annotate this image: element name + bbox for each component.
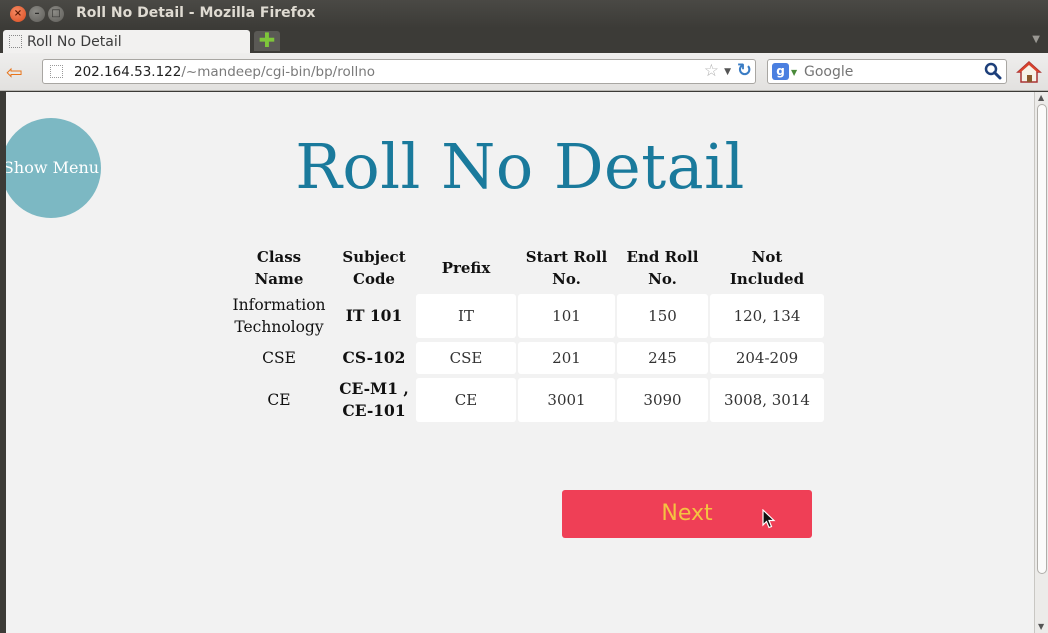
subject-code-cell: CS-102: [342, 348, 406, 367]
back-arrow-icon[interactable]: ⇦: [6, 62, 23, 82]
end-roll-field[interactable]: 245: [617, 342, 708, 374]
search-bar[interactable]: g ▼: [767, 59, 1007, 84]
search-engine-icon[interactable]: g: [772, 63, 789, 80]
search-icon[interactable]: [984, 62, 1002, 80]
url-bar[interactable]: 202.164.53.122/~mandeep/cgi-bin/bp/rolln…: [42, 59, 756, 84]
close-icon[interactable]: ×: [10, 6, 26, 22]
search-input[interactable]: [804, 64, 979, 80]
scroll-down-icon[interactable]: ▼: [1038, 622, 1044, 631]
site-identity-icon[interactable]: [50, 65, 63, 78]
page-title: Roll No Detail: [295, 130, 745, 203]
not-included-field[interactable]: 3008, 3014: [710, 378, 824, 422]
prefix-field[interactable]: IT: [416, 294, 516, 338]
header-prefix: Prefix: [441, 259, 491, 277]
bookmark-star-icon[interactable]: ☆: [704, 61, 719, 81]
start-roll-field[interactable]: 101: [518, 294, 615, 338]
tab-list-icon[interactable]: ▼: [1032, 34, 1040, 45]
navigation-bar: ⇦ 202.164.53.122/~mandeep/cgi-bin/bp/rol…: [0, 53, 1048, 91]
home-icon[interactable]: [1016, 60, 1042, 84]
window-title: Roll No Detail - Mozilla Firefox: [76, 5, 316, 21]
maximize-icon[interactable]: □: [48, 6, 64, 22]
tab-strip: Roll No Detail ✚ ▼: [0, 28, 1048, 53]
roll-no-table: Class Name Subject Code Prefix Start Rol…: [224, 242, 826, 426]
subject-code-cell: IT 101: [345, 306, 403, 325]
class-name-cell: CE: [267, 391, 291, 409]
not-included-field[interactable]: 204-209: [710, 342, 824, 374]
scroll-up-icon[interactable]: ▲: [1038, 93, 1044, 102]
table-row: Information Technology IT 101 IT 101 150…: [226, 294, 824, 338]
table-row: CSE CS-102 CSE 201 245 204-209: [226, 342, 824, 374]
table-header-row: Class Name Subject Code Prefix Start Rol…: [226, 246, 824, 290]
header-end-roll: End Roll No.: [626, 248, 699, 288]
prefix-field[interactable]: CSE: [416, 342, 516, 374]
reload-icon[interactable]: ↻: [737, 60, 752, 81]
minimize-icon[interactable]: –: [29, 6, 45, 22]
url-text[interactable]: 202.164.53.122/~mandeep/cgi-bin/bp/rolln…: [74, 64, 375, 80]
class-name-cell: CSE: [262, 349, 296, 367]
page-content: Show Menu Roll No Detail Class Name Subj…: [0, 92, 1034, 633]
start-roll-field[interactable]: 3001: [518, 378, 615, 422]
url-path: /~mandeep/cgi-bin/bp/rollno: [181, 64, 376, 80]
scrollbar-thumb[interactable]: [1037, 104, 1047, 574]
url-host: 202.164.53.122: [74, 64, 182, 80]
table-row: CE CE-M1 , CE-101 CE 3001 3090 3008, 301…: [226, 378, 824, 422]
history-dropdown-icon[interactable]: ▼: [724, 67, 731, 77]
end-roll-field[interactable]: 3090: [617, 378, 708, 422]
page-favicon-icon: [9, 35, 22, 48]
new-tab-button[interactable]: ✚: [254, 30, 280, 51]
vertical-scrollbar[interactable]: ▲ ▼: [1034, 92, 1048, 633]
prefix-field[interactable]: CE: [416, 378, 516, 422]
header-not-included: Not Included: [729, 248, 805, 288]
mouse-cursor-icon: [762, 509, 776, 529]
subject-code-cell: CE-M1 , CE-101: [339, 379, 409, 420]
end-roll-field[interactable]: 150: [617, 294, 708, 338]
tab-title: Roll No Detail: [27, 34, 122, 50]
tab-roll-no-detail[interactable]: Roll No Detail: [3, 30, 250, 53]
class-name-cell: Information Technology: [232, 296, 326, 336]
header-start-roll: Start Roll No.: [525, 248, 608, 288]
header-subject-code: Subject Code: [342, 248, 406, 288]
engine-dropdown-icon[interactable]: ▼: [791, 68, 797, 77]
start-roll-field[interactable]: 201: [518, 342, 615, 374]
header-class-name: Class Name: [254, 248, 304, 288]
window-titlebar: × – □ Roll No Detail - Mozilla Firefox: [0, 0, 1048, 28]
not-included-field[interactable]: 120, 134: [710, 294, 824, 338]
